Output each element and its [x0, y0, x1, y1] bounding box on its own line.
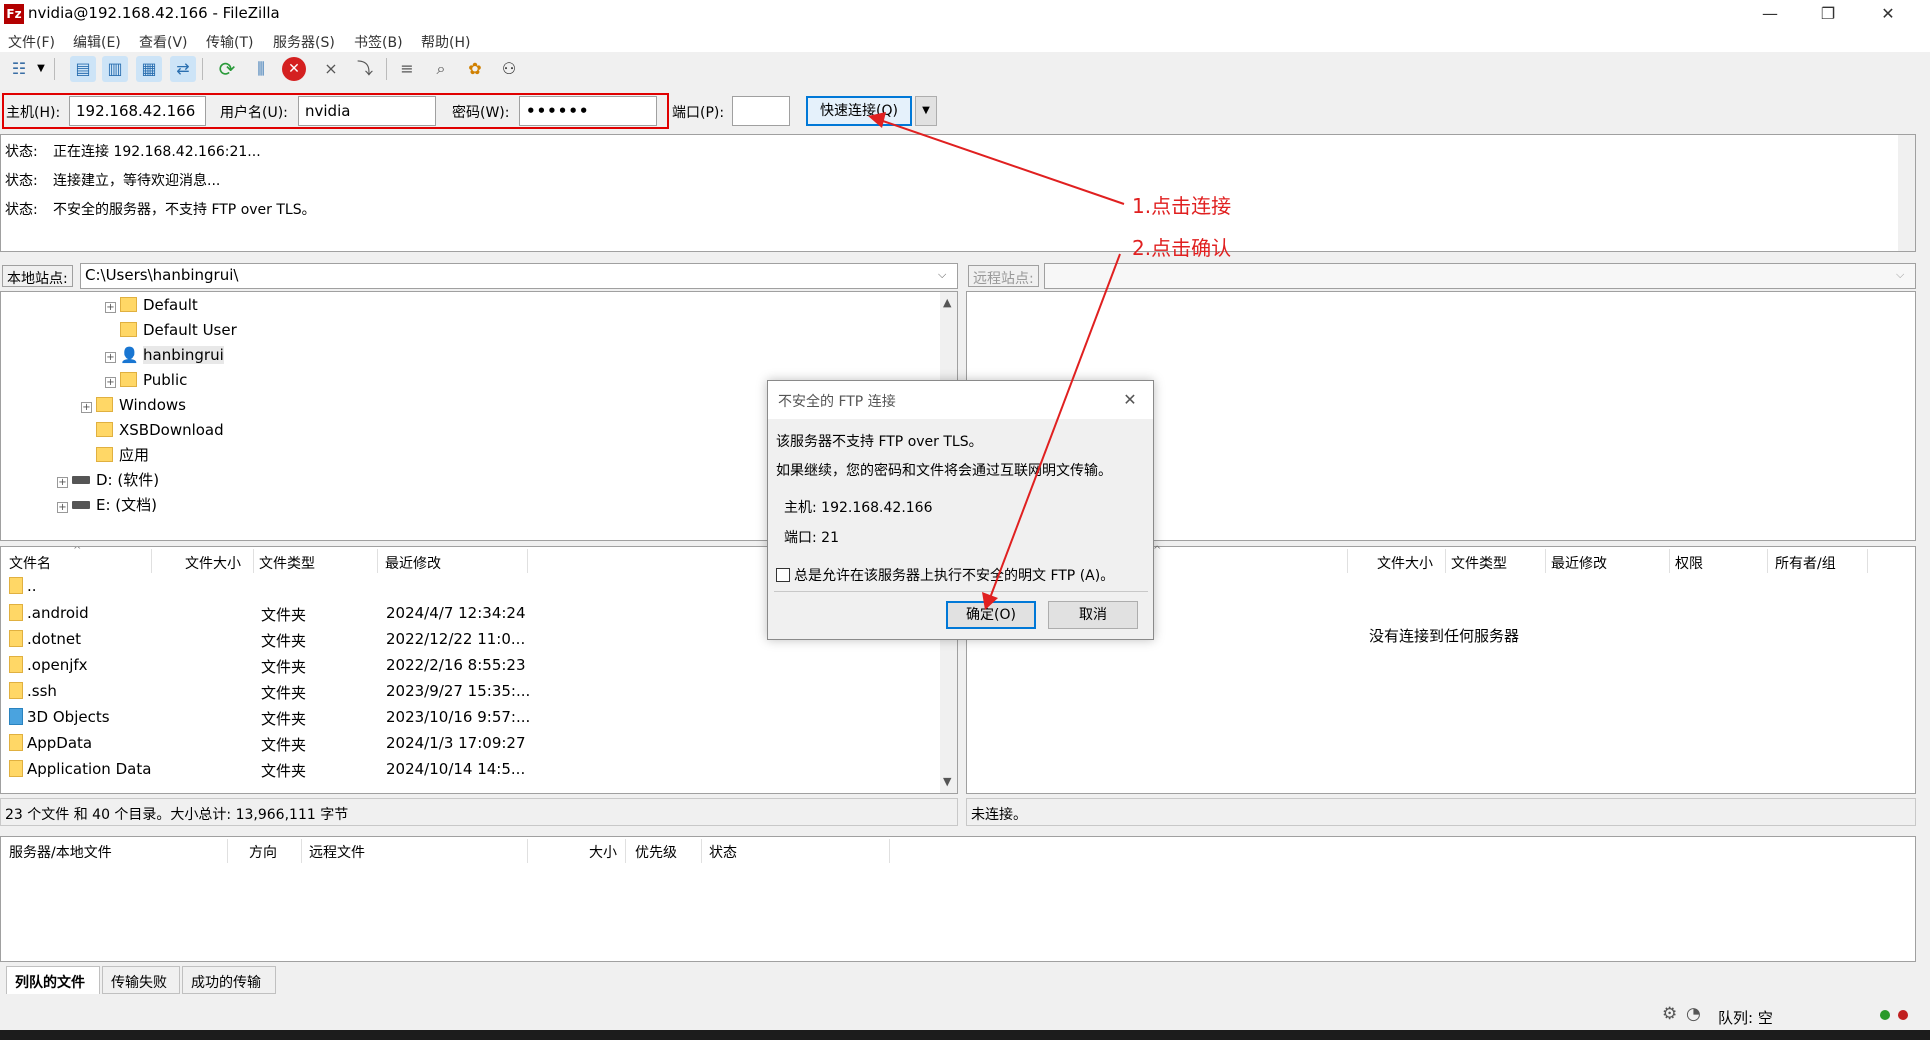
annotation-arrows [868, 112, 1125, 610]
filezilla-window: Fz nvidia@192.168.42.166 - FileZilla — ❐… [0, 0, 1930, 1040]
arrow-head-connect [868, 112, 886, 128]
annotation-step2: 2.点击确认 [1132, 236, 1232, 260]
annotation-step1: 1.点击连接 [1132, 194, 1232, 218]
arrow-to-ok [989, 253, 1121, 599]
arrow-head-ok [982, 592, 998, 610]
arrow-to-connect [879, 119, 1125, 205]
